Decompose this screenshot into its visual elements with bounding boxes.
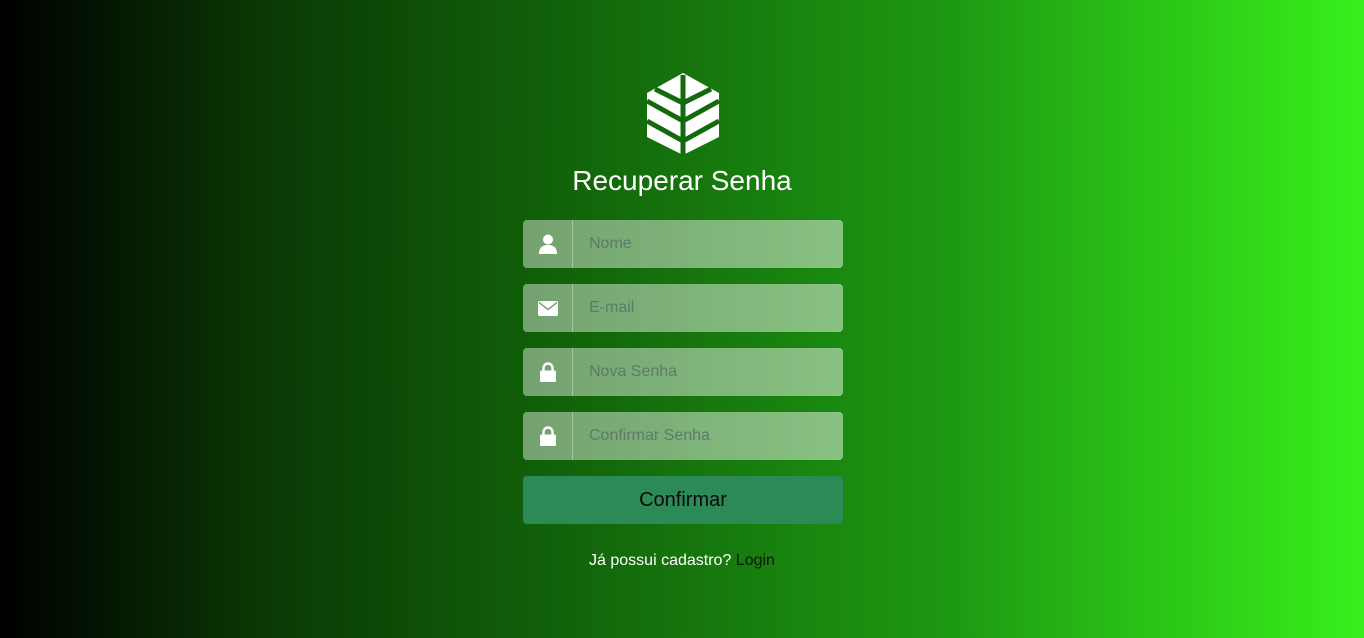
confirm-password-input[interactable] (573, 412, 843, 460)
login-prompt: Já possui cadastro? Login (0, 551, 1364, 571)
name-field (523, 220, 843, 268)
new-password-input[interactable] (573, 348, 843, 396)
email-input[interactable] (573, 284, 843, 332)
user-icon (523, 220, 573, 268)
page-title: Recuperar Senha (572, 165, 792, 196)
leaf-hexagon-logo-icon (645, 73, 721, 155)
email-field (523, 284, 843, 332)
name-input[interactable] (573, 220, 843, 268)
confirm-password-field (523, 412, 843, 460)
lock-icon (523, 412, 573, 460)
login-prompt-text: Já possui cadastro? (589, 552, 732, 569)
new-password-field (523, 348, 843, 396)
confirm-button[interactable]: Confirmar (523, 476, 843, 524)
envelope-icon (523, 284, 573, 332)
login-link[interactable]: Login (736, 552, 775, 569)
lock-icon (523, 348, 573, 396)
